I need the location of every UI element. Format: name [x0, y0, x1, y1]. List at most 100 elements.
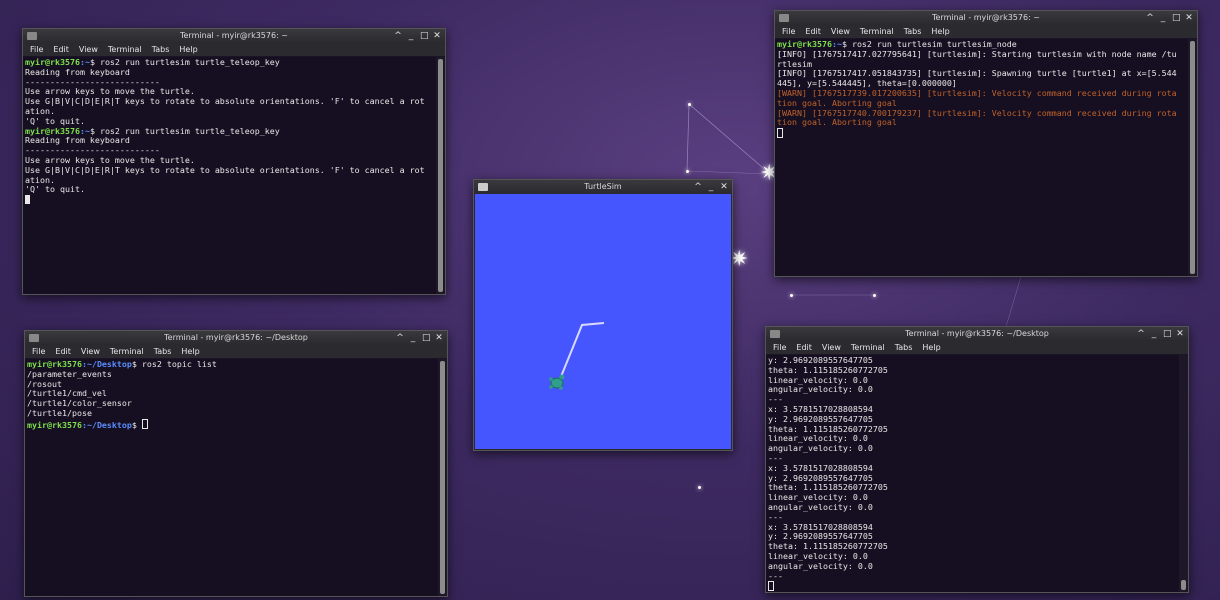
- titlebar[interactable]: Terminal - myir@rk3576: ~/Desktop ^ _ □ …: [766, 327, 1188, 341]
- output-text: ---: [768, 394, 783, 405]
- turtlesim-app-icon: [478, 183, 488, 191]
- close-icon[interactable]: ✕: [433, 29, 441, 43]
- maximize-icon[interactable]: ^: [396, 331, 404, 345]
- turtlesim-canvas[interactable]: [475, 194, 731, 449]
- restore-icon[interactable]: □: [422, 331, 431, 345]
- output-text: linear_velocity: 0.0: [768, 374, 868, 385]
- terminal-output[interactable]: myir@rk3576:~$ ros2 run turtlesim turtle…: [775, 39, 1188, 276]
- command-text: $ ros2 topic list: [131, 359, 217, 369]
- menu-tabs[interactable]: Tabs: [895, 341, 913, 354]
- terminal-line: ation.: [25, 174, 434, 186]
- scrollbar[interactable]: [438, 359, 447, 596]
- output-text: 445], y=[5.544445], theta=[0.000000]: [777, 78, 957, 89]
- close-icon[interactable]: ✕: [435, 331, 443, 345]
- output-text: Use arrow keys to move the turtle.: [25, 86, 195, 97]
- terminal-window-topic-list[interactable]: Terminal - myir@rk3576: ~/Desktop ^ _ □ …: [24, 330, 448, 597]
- menu-help[interactable]: Help: [181, 345, 199, 358]
- menu-terminal[interactable]: Terminal: [851, 341, 885, 354]
- menu-help[interactable]: Help: [922, 341, 940, 354]
- menu-tabs[interactable]: Tabs: [152, 43, 170, 56]
- titlebar[interactable]: Terminal - myir@rk3576: ~ ^ _ □ ✕: [775, 11, 1197, 25]
- maximize-icon[interactable]: ^: [394, 29, 402, 43]
- menu-edit[interactable]: Edit: [55, 345, 71, 358]
- terminal-window-pose-echo[interactable]: Terminal - myir@rk3576: ~/Desktop ^ _ □ …: [765, 326, 1189, 593]
- menu-terminal[interactable]: Terminal: [110, 345, 144, 358]
- menu-file[interactable]: File: [773, 341, 786, 354]
- turtlesim-window[interactable]: TurtleSim ^ _ ✕: [473, 179, 733, 451]
- close-icon[interactable]: ✕: [720, 180, 728, 194]
- output-text: ation.: [25, 105, 55, 116]
- menu-help[interactable]: Help: [931, 25, 949, 38]
- output-text: /rosout: [27, 378, 62, 389]
- maximize-icon[interactable]: ^: [1137, 327, 1145, 341]
- command-text: $ ros2 run turtlesim turtle_teleop_key: [89, 125, 280, 136]
- output-text: angular_velocity: 0.0: [768, 443, 873, 454]
- minimize-icon[interactable]: _: [409, 331, 417, 345]
- restore-icon[interactable]: □: [1172, 11, 1181, 25]
- restore-icon[interactable]: □: [1163, 327, 1172, 341]
- terminal-line: angular_velocity: 0.0: [768, 443, 1177, 454]
- prompt-path: :~/Desktop: [81, 419, 132, 430]
- terminal-window-turtlesim-node[interactable]: Terminal - myir@rk3576: ~ ^ _ □ ✕ File E…: [774, 10, 1198, 277]
- menu-edit[interactable]: Edit: [53, 43, 69, 56]
- menubar: File Edit View Terminal Tabs Help: [766, 341, 1188, 354]
- maximize-icon[interactable]: ^: [1146, 11, 1154, 25]
- output-text: [INFO] [1767517417.051843735] [turtlesim…: [777, 68, 1177, 79]
- star-icon: [873, 294, 876, 297]
- output-text: ation.: [25, 174, 55, 185]
- menu-tabs[interactable]: Tabs: [154, 345, 172, 358]
- output-text: Reading from keyboard: [25, 135, 130, 146]
- terminal-app-icon: [779, 14, 789, 22]
- terminal-line: 'Q' to quit.: [25, 184, 434, 195]
- terminal-line: /turtle1/pose: [27, 408, 436, 419]
- prompt-path: :~/Desktop: [81, 359, 132, 369]
- terminal-output[interactable]: myir@rk3576:~$ ros2 run turtlesim turtle…: [23, 57, 436, 294]
- output-text: ---: [768, 570, 783, 581]
- menu-terminal[interactable]: Terminal: [860, 25, 894, 38]
- output-text: y: 2.9692089557647705: [768, 413, 873, 424]
- scrollbar[interactable]: [436, 57, 445, 294]
- output-text: theta: 1.115185260772705: [768, 423, 888, 434]
- menu-view[interactable]: View: [81, 345, 100, 358]
- terminal-line: ation.: [25, 105, 434, 117]
- menu-file[interactable]: File: [30, 43, 43, 56]
- menu-help[interactable]: Help: [179, 43, 197, 56]
- menu-edit[interactable]: Edit: [805, 25, 821, 38]
- output-text: theta: 1.115185260772705: [768, 482, 888, 493]
- menu-file[interactable]: File: [32, 345, 45, 358]
- minimize-icon[interactable]: _: [707, 180, 715, 194]
- output-text: Use arrow keys to move the turtle.: [25, 154, 195, 165]
- star-icon: [698, 486, 701, 489]
- minimize-icon[interactable]: _: [407, 29, 415, 43]
- terminal-window-teleop[interactable]: Terminal - myir@rk3576: ~ ^ _ □ ✕ File E…: [22, 28, 446, 295]
- maximize-icon[interactable]: ^: [694, 180, 702, 194]
- titlebar[interactable]: Terminal - myir@rk3576: ~/Desktop ^ _ □ …: [25, 331, 447, 345]
- menu-edit[interactable]: Edit: [796, 341, 812, 354]
- output-text: /turtle1/cmd_vel: [27, 388, 107, 399]
- minimize-icon[interactable]: _: [1159, 11, 1167, 25]
- titlebar[interactable]: Terminal - myir@rk3576: ~ ^ _ □ ✕: [23, 29, 445, 43]
- terminal-output[interactable]: myir@rk3576:~/Desktop$ ros2 topic list/p…: [25, 359, 438, 596]
- restore-icon[interactable]: □: [420, 29, 429, 43]
- terminal-line: /parameter_events: [27, 369, 436, 380]
- output-text: y: 2.9692089557647705: [768, 531, 873, 542]
- minimize-icon[interactable]: _: [1150, 327, 1158, 341]
- star-icon: [790, 294, 793, 297]
- menu-view[interactable]: View: [831, 25, 850, 38]
- command-text: $ ros2 run turtlesim turtlesim_node: [841, 39, 1017, 49]
- menu-view[interactable]: View: [79, 43, 98, 56]
- close-icon[interactable]: ✕: [1185, 11, 1193, 25]
- star-icon: [686, 170, 689, 173]
- scrollbar[interactable]: [1179, 355, 1188, 592]
- terminal-line: angular_velocity: 0.0: [768, 384, 1177, 395]
- menu-view[interactable]: View: [822, 341, 841, 354]
- scrollbar[interactable]: [1188, 39, 1197, 276]
- text-cursor: [25, 195, 30, 205]
- titlebar[interactable]: TurtleSim ^ _ ✕: [474, 180, 732, 194]
- close-icon[interactable]: ✕: [1176, 327, 1184, 341]
- menu-file[interactable]: File: [782, 25, 795, 38]
- menu-tabs[interactable]: Tabs: [904, 25, 922, 38]
- menu-terminal[interactable]: Terminal: [108, 43, 142, 56]
- terminal-output[interactable]: y: 2.9692089557647705 theta: 1.1151852607…: [766, 355, 1179, 592]
- output-text: ---: [768, 511, 783, 522]
